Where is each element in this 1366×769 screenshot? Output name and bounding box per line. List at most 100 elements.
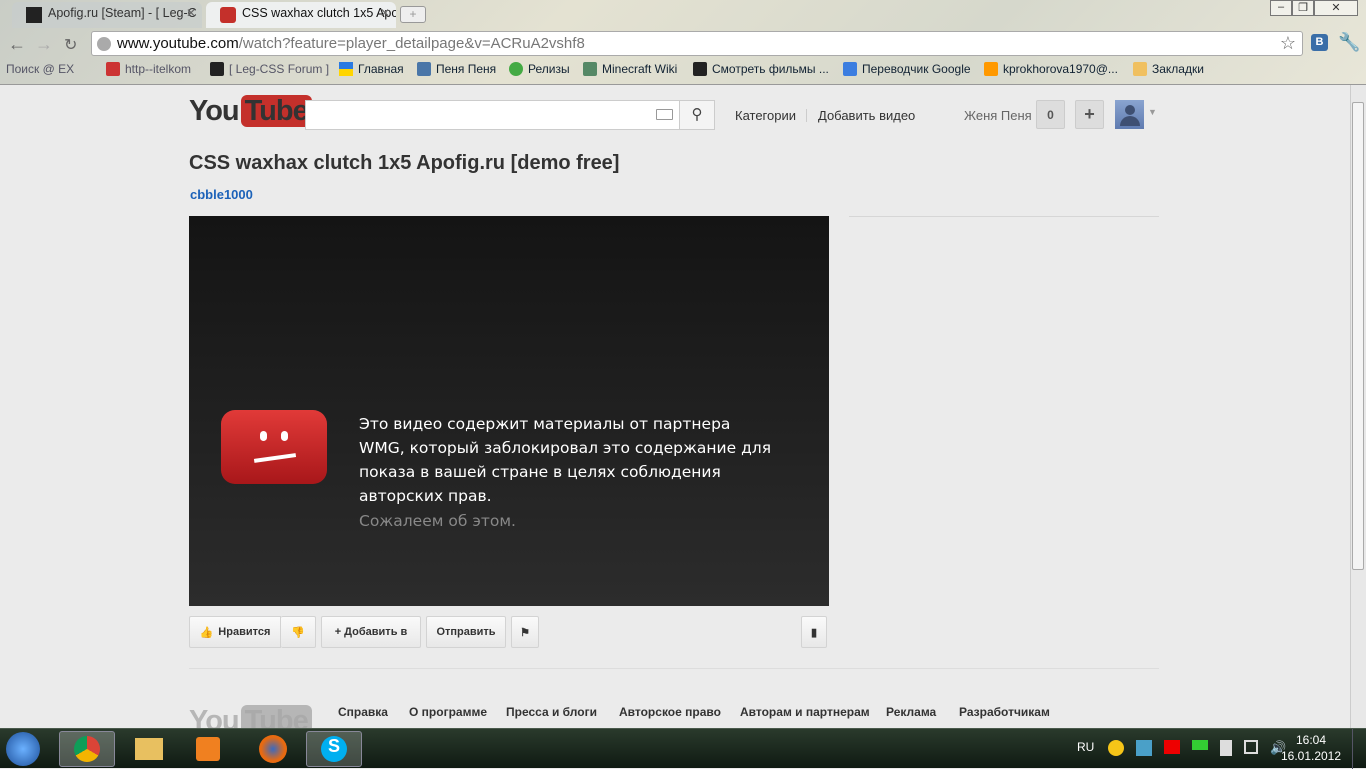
sad-youtube-icon	[221, 410, 327, 484]
footer-link[interactable]: Справка	[338, 705, 388, 719]
firefox-icon	[259, 735, 287, 763]
sorry-text: Сожалеем об этом.	[359, 512, 516, 530]
keyboard-icon[interactable]	[656, 109, 673, 120]
tab-youtube[interactable]: CSS waxhax clutch 1x5 Apof ✕	[206, 2, 396, 28]
footer-link[interactable]: Авторское право	[619, 705, 721, 719]
address-bar[interactable]: www.youtube.com/watch?feature=player_det…	[91, 31, 1303, 56]
youtube-page: You Tube ⚲ Категории Добавить видео Женя …	[0, 85, 1350, 728]
channel-link[interactable]: cbble1000	[190, 187, 253, 202]
bookmark[interactable]: Смотреть фильмы ...	[693, 62, 829, 76]
stats-button[interactable]: ▮	[801, 616, 827, 648]
bookmark[interactable]: Главная	[339, 62, 404, 76]
vk-extension-icon[interactable]: B	[1311, 34, 1328, 51]
start-button[interactable]	[6, 732, 40, 766]
create-button[interactable]: +	[1075, 100, 1104, 129]
bookmark[interactable]: Переводчик Google	[843, 62, 971, 76]
thumbs-up-icon: 👍	[199, 626, 214, 639]
clapper-icon	[693, 62, 707, 76]
system-tray: 🔊	[1108, 740, 1286, 756]
minimize-button[interactable]: –	[1270, 0, 1292, 16]
show-desktop-button[interactable]	[1352, 729, 1366, 769]
upload-link[interactable]: Добавить видео	[818, 108, 915, 123]
bar-chart-icon: ▮	[810, 626, 818, 639]
wrench-icon[interactable]: 🔧	[1338, 32, 1360, 53]
globe-icon	[97, 37, 111, 51]
skype-taskbar-button[interactable]: S	[306, 731, 362, 767]
video-player[interactable]: Это видео содержит материалы от партнера…	[189, 216, 829, 606]
folder-icon	[135, 738, 163, 760]
reload-button[interactable]: ↻	[64, 35, 77, 55]
scrollbar-thumb[interactable]	[1352, 102, 1364, 570]
footer-link[interactable]: Авторам и партнерам	[740, 705, 870, 719]
clock-app-icon[interactable]	[1108, 740, 1124, 756]
back-button[interactable]: ←	[8, 34, 26, 55]
network-icon[interactable]	[1244, 740, 1258, 754]
close-window-button[interactable]: ✕	[1314, 0, 1358, 16]
blocked-message: Это видео содержит материалы от партнера…	[359, 412, 779, 533]
footer-link[interactable]: Разработчикам	[959, 705, 1050, 719]
power-icon[interactable]	[1220, 740, 1232, 756]
ati-icon[interactable]	[1164, 740, 1180, 754]
firefox-taskbar-button[interactable]	[245, 731, 301, 767]
browser-chrome: Apofig.ru [Steam] - [ Leg-C ✕ CSS waxhax …	[0, 0, 1366, 85]
search-icon: ⚲	[691, 106, 703, 123]
taskbar: S RU 🔊 16:04 16.01.2012	[0, 728, 1366, 769]
ukraine-flag-icon	[339, 62, 353, 76]
date: 16.01.2012	[1280, 749, 1342, 763]
vk-icon	[417, 62, 431, 76]
star-icon[interactable]: ☆	[1280, 33, 1296, 54]
bookmark[interactable]: [ Leg-CSS Forum ]	[210, 62, 329, 76]
language-indicator[interactable]: RU	[1077, 740, 1094, 754]
translate-icon	[843, 62, 857, 76]
youtube-icon	[220, 7, 236, 23]
divider	[849, 216, 1159, 217]
username[interactable]: Женя Пеня	[964, 108, 1032, 123]
flag-button[interactable]: ⚑	[511, 616, 539, 648]
divider	[189, 668, 1159, 669]
key-icon[interactable]	[1192, 740, 1208, 750]
media-player-taskbar-button[interactable]	[180, 731, 236, 767]
close-tab-icon[interactable]: ✕	[380, 6, 390, 20]
gear-icon	[509, 62, 523, 76]
add-to-button[interactable]: + Добавить в	[321, 616, 421, 648]
tab-apofig[interactable]: Apofig.ru [Steam] - [ Leg-C ✕	[12, 2, 202, 28]
footer-link[interactable]: Пресса и блоги	[506, 705, 597, 719]
search-button[interactable]: ⚲	[679, 100, 715, 130]
like-button[interactable]: 👍 Нравится	[189, 616, 281, 648]
bookmark[interactable]: http--itelkom	[106, 62, 191, 76]
footer-link[interactable]: О программе	[409, 705, 487, 719]
media-player-icon	[196, 737, 220, 761]
footer-link[interactable]: Реклама	[886, 705, 936, 719]
youtube-logo[interactable]: You Tube	[189, 95, 312, 128]
bookmark[interactable]: Пеня Пеня	[417, 62, 496, 76]
bookmark[interactable]: Поиск @ EX	[6, 62, 74, 76]
chrome-taskbar-button[interactable]	[59, 731, 115, 767]
bookmark[interactable]: kprokhorova1970@...	[984, 62, 1118, 76]
minecraft-icon	[583, 62, 597, 76]
folder-icon	[1133, 62, 1147, 76]
clock[interactable]: 16:04 16.01.2012	[1280, 732, 1342, 764]
bookmark[interactable]: Релизы	[509, 62, 570, 76]
explorer-taskbar-button[interactable]	[121, 731, 177, 767]
mail-icon	[984, 62, 998, 76]
time: 16:04	[1295, 733, 1327, 747]
dislike-button[interactable]: 👎	[281, 616, 316, 648]
close-tab-icon[interactable]: ✕	[186, 6, 196, 20]
categories-link[interactable]: Категории	[735, 108, 796, 123]
notifications-count[interactable]: 0	[1036, 100, 1065, 129]
bookmark-icon	[210, 62, 224, 76]
forward-button[interactable]: →	[35, 34, 53, 55]
eye-icon[interactable]	[1136, 740, 1152, 756]
new-tab-button[interactable]: +	[400, 6, 426, 23]
skype-icon: S	[321, 736, 347, 762]
bookmarks-folder[interactable]: Закладки	[1133, 62, 1204, 76]
avatar[interactable]	[1115, 100, 1144, 129]
bookmark[interactable]: Minecraft Wiki	[583, 62, 677, 76]
blocked-text: Это видео содержит материалы от партнера…	[359, 415, 772, 505]
share-button[interactable]: Отправить	[426, 616, 506, 648]
restore-button[interactable]: ❐	[1292, 0, 1314, 16]
chrome-icon	[74, 736, 100, 762]
chevron-down-icon[interactable]: ▼	[1148, 107, 1157, 117]
search-input[interactable]	[305, 100, 680, 130]
footer-youtube-logo[interactable]: You Tube	[189, 705, 312, 728]
